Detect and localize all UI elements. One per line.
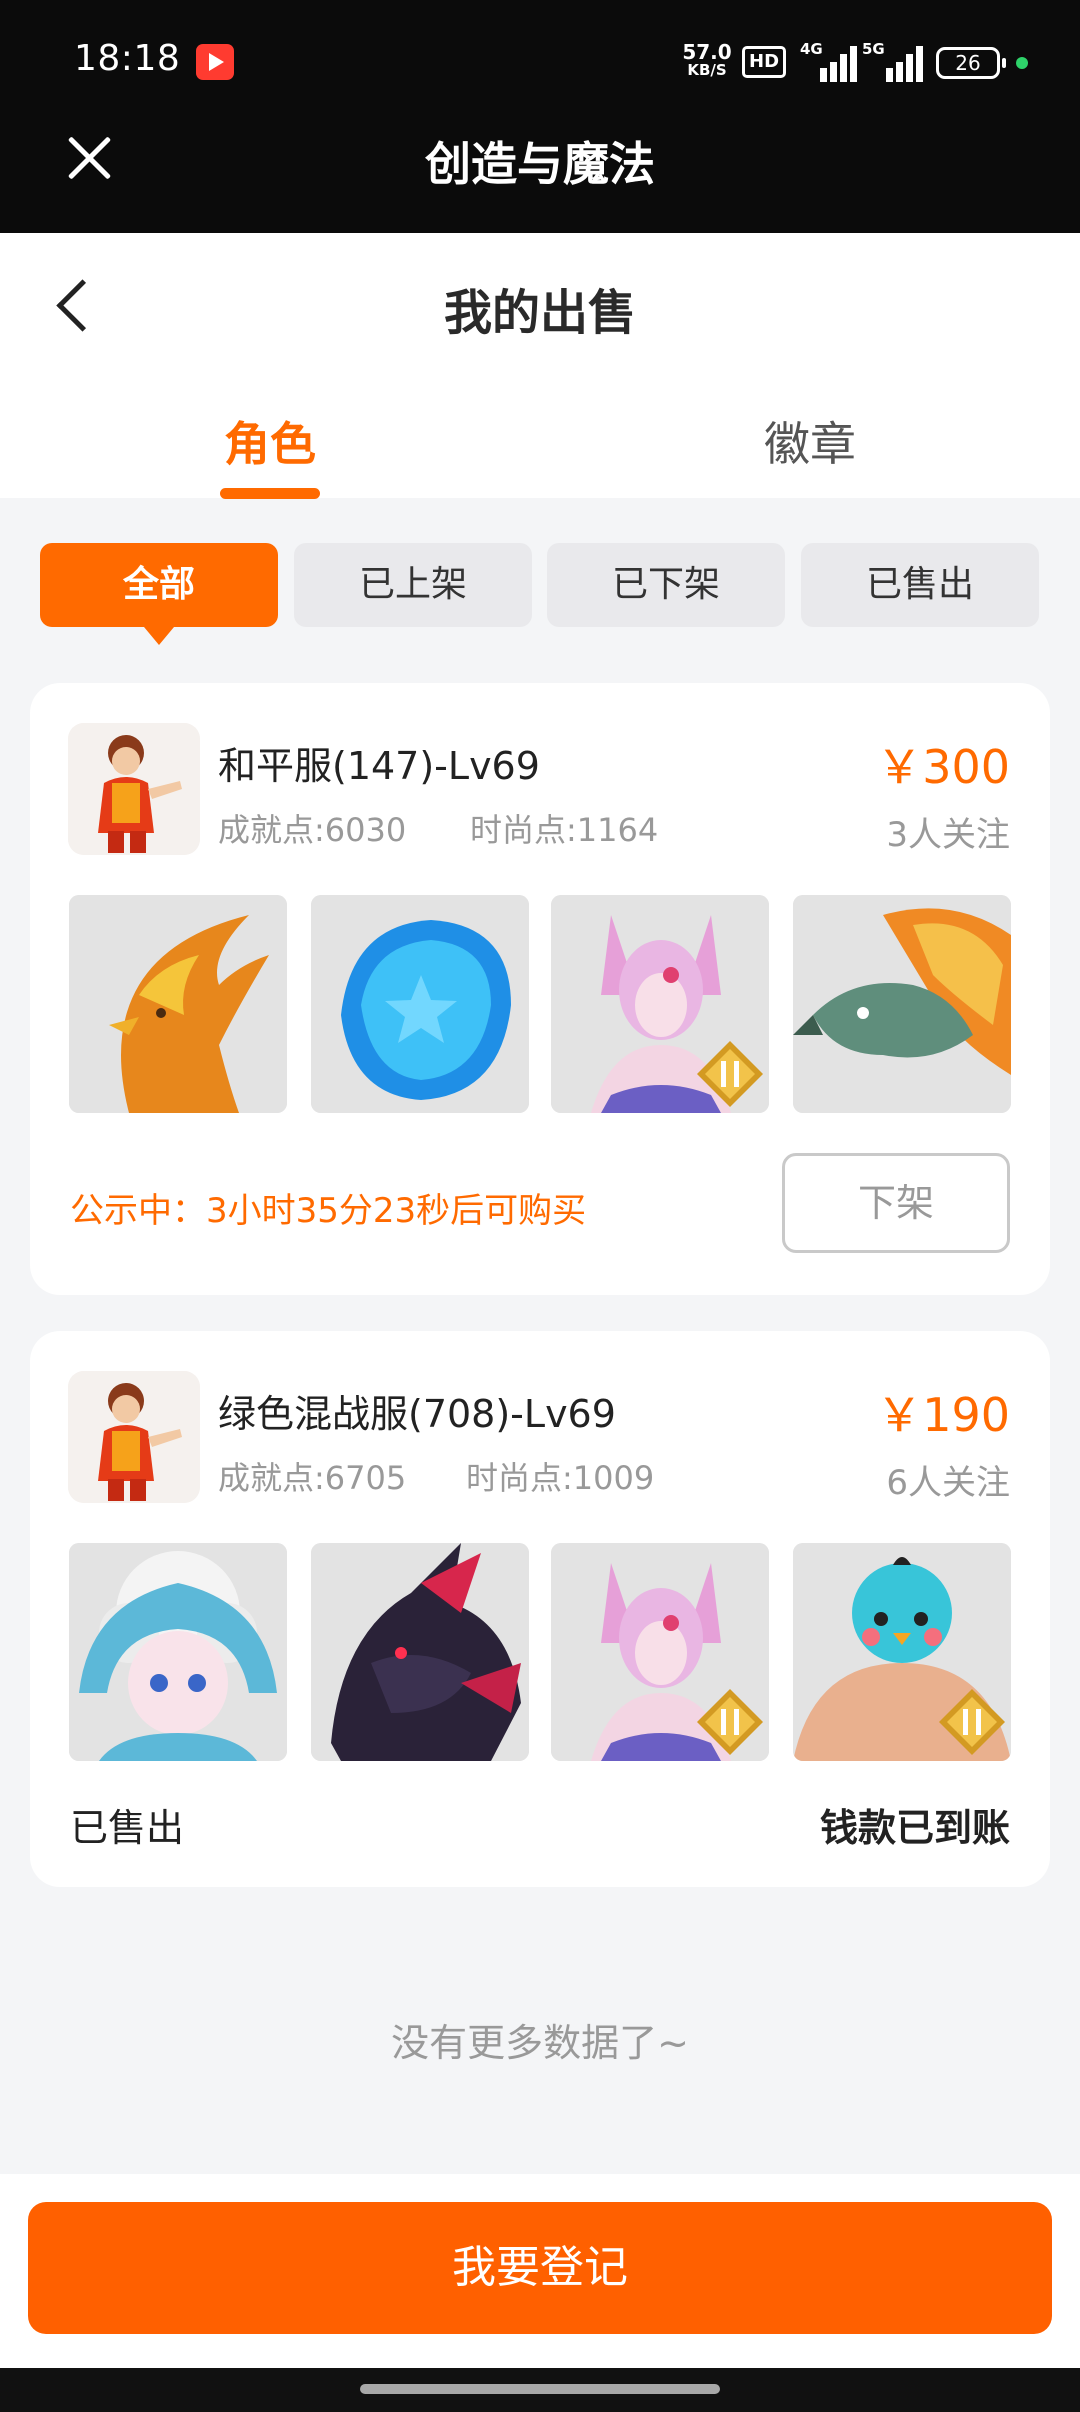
rank-badge-icon [697,1041,763,1107]
signal-4g-icon: 4G [800,40,864,82]
item-thumbnail[interactable] [793,895,1011,1113]
rank-badge-icon [939,1689,1005,1755]
price: ￥190 [876,1388,1010,1442]
bottom-bar: 我要登记 [0,2174,1080,2368]
character-name: 和平服(147)-Lv69 [218,744,540,788]
signal-5g-label: 5G [862,40,885,58]
item-thumbnail[interactable] [551,895,769,1113]
character-name: 绿色混战服(708)-Lv69 [218,1392,616,1436]
app-title: 创造与魔法 [425,137,655,191]
delist-button[interactable]: 下架 [782,1153,1010,1253]
signal-4g-label: 4G [800,40,823,58]
hd-icon: HD [742,46,787,78]
item-thumbnail[interactable] [311,1543,529,1761]
tab-role[interactable]: 角色 [120,408,420,474]
status-time: 18:18 [74,38,181,79]
payment-status: 钱款已到账 [819,1806,1010,1850]
status-bar: 18:18 57.0 KB/S HD 4G 5G 26 [0,0,1080,120]
item-thumbnail[interactable] [69,895,287,1113]
sold-status: 已售出 [70,1806,185,1850]
page-title: 我的出售 [443,285,636,341]
tab-badge[interactable]: 徽章 [660,408,960,474]
achievement-points: 成就点:6030 [218,811,407,849]
battery-icon: 26 [936,47,1006,79]
fashion-points: 时尚点:1164 [470,811,659,849]
publicity-countdown: 公示中：3小时35分23秒后可购买 [70,1191,587,1231]
character-avatar [68,723,200,855]
follower-count: 6人关注 [886,1463,1010,1503]
character-avatar [68,1371,200,1503]
network-speed-unit: KB/S [687,61,727,79]
listing-card[interactable]: 和平服(147)-Lv69 成就点:6030 时尚点:1164 ￥300 3人关… [30,683,1050,1295]
filter-listed[interactable]: 已上架 [294,543,532,627]
achievement-points: 成就点:6705 [218,1459,407,1497]
filter-sold[interactable]: 已售出 [801,543,1039,627]
item-thumbnail[interactable] [793,1543,1011,1761]
rank-badge-icon [697,1689,763,1755]
tab-indicator [220,488,320,499]
item-thumbnail[interactable] [69,1543,287,1761]
item-thumbnail[interactable] [551,1543,769,1761]
register-button[interactable]: 我要登记 [28,2202,1052,2334]
record-icon [196,44,234,80]
follower-count: 3人关注 [886,815,1010,855]
signal-5g-icon: 5G [862,40,926,82]
home-handle[interactable] [360,2384,720,2394]
page-header: 我的出售 角色 徽章 [0,233,1080,499]
active-dot-icon [1016,57,1028,69]
filter-all[interactable]: 全部 [40,543,278,645]
network-speed: 57.0 KB/S [682,42,732,78]
no-more-data: 没有更多数据了~ [391,2021,689,2065]
top-bar: 18:18 57.0 KB/S HD 4G 5G 26 创造与魔法 [0,0,1080,233]
listing-card[interactable]: 绿色混战服(708)-Lv69 成就点:6705 时尚点:1009 ￥190 6… [30,1331,1050,1887]
fashion-points: 时尚点:1009 [466,1459,655,1497]
price: ￥300 [876,740,1010,794]
filter-delisted[interactable]: 已下架 [547,543,785,627]
item-thumbnail[interactable] [311,895,529,1113]
system-nav-bar [0,2368,1080,2412]
